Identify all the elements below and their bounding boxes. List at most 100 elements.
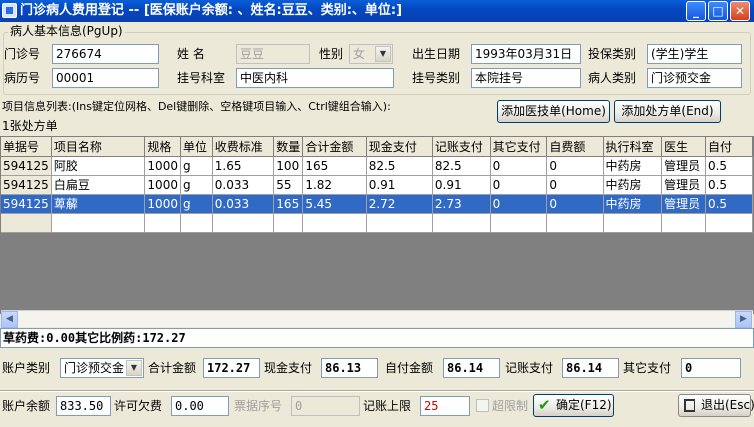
table-cell[interactable]: 0.91 bbox=[366, 175, 433, 195]
table-cell[interactable]: 管理员 bbox=[661, 194, 706, 214]
table-cell[interactable]: 1000 bbox=[144, 194, 181, 214]
account-pay-field[interactable]: 86.14 bbox=[562, 358, 619, 378]
horizontal-scrollbar[interactable]: ◀ ▶ bbox=[1, 310, 753, 328]
column-header[interactable]: 自费额 bbox=[546, 137, 604, 157]
balance-field[interactable]: 833.50 bbox=[56, 396, 111, 416]
table-cell[interactable]: 萆薢 bbox=[51, 194, 146, 214]
table-row[interactable]: 594125 阿胶 1000 g 1.65 100 165 82.5 82.5 0 0 中药房 管理员 0… bbox=[1, 156, 753, 176]
table-cell[interactable] bbox=[302, 213, 367, 233]
table-cell[interactable] bbox=[212, 213, 275, 233]
table-cell[interactable]: 0.91 bbox=[432, 175, 491, 195]
birth-field[interactable]: 1993年03月31日 bbox=[471, 44, 581, 64]
column-header[interactable]: 单据号 bbox=[1, 137, 52, 157]
table-cell[interactable] bbox=[546, 213, 604, 233]
patient-type-field[interactable]: 门诊预交金 bbox=[647, 68, 742, 88]
name-field[interactable]: 豆豆 bbox=[236, 44, 310, 64]
cash-field[interactable]: 86.13 bbox=[321, 358, 378, 378]
maximize-button[interactable]: □ bbox=[708, 1, 728, 21]
table-cell[interactable]: 165 bbox=[302, 156, 367, 176]
table-cell[interactable]: 594125 bbox=[1, 175, 52, 195]
table-cell[interactable]: 1.82 bbox=[302, 175, 367, 195]
items-grid[interactable]: 单据号 项目名称 规格 单位 收费标准 数量 合计金额 现金支付 记账支付 其它支付 自费额 执行科室… bbox=[0, 136, 754, 314]
column-header[interactable]: 合计金额 bbox=[302, 137, 367, 157]
account-type-select[interactable]: 门诊预交金 ▼ bbox=[60, 358, 144, 378]
add-tech-order-button[interactable]: 添加医技单(Home) bbox=[497, 100, 610, 123]
over-limit-checkbox[interactable] bbox=[476, 399, 489, 412]
column-header[interactable]: 项目名称 bbox=[51, 137, 146, 157]
table-cell[interactable]: 0.033 bbox=[212, 175, 275, 195]
table-cell[interactable]: 1000 bbox=[144, 156, 181, 176]
invoice-no-field[interactable]: 0 bbox=[291, 396, 360, 416]
table-cell[interactable]: 55 bbox=[273, 175, 304, 195]
table-cell[interactable] bbox=[490, 213, 548, 233]
column-header[interactable]: 收费标准 bbox=[212, 137, 275, 157]
column-header[interactable]: 执行科室 bbox=[603, 137, 663, 157]
table-cell[interactable] bbox=[144, 213, 181, 233]
scroll-right-icon[interactable]: ▶ bbox=[735, 311, 752, 328]
table-cell[interactable]: 1.65 bbox=[212, 156, 275, 176]
table-cell[interactable]: 0 bbox=[546, 156, 604, 176]
table-cell[interactable]: 0.5 bbox=[705, 194, 753, 214]
table-cell[interactable]: 0 bbox=[546, 175, 604, 195]
table-cell[interactable]: 中药房 bbox=[603, 156, 663, 176]
table-cell[interactable]: 2.73 bbox=[432, 194, 491, 214]
table-cell[interactable]: g bbox=[180, 194, 213, 214]
table-cell[interactable] bbox=[705, 213, 753, 233]
table-cell[interactable]: 0.033 bbox=[212, 194, 275, 214]
table-cell[interactable]: 0.5 bbox=[705, 175, 753, 195]
table-cell[interactable]: 100 bbox=[273, 156, 304, 176]
table-row[interactable] bbox=[1, 213, 753, 233]
table-cell[interactable]: 82.5 bbox=[432, 156, 491, 176]
column-header[interactable]: 自付 bbox=[705, 137, 753, 157]
add-prescription-button[interactable]: 添加处方单(End) bbox=[614, 100, 721, 123]
minimize-button[interactable]: _ bbox=[686, 1, 706, 21]
table-cell[interactable]: 2.72 bbox=[366, 194, 433, 214]
table-cell[interactable] bbox=[273, 213, 304, 233]
table-cell[interactable]: 0.5 bbox=[705, 156, 753, 176]
table-cell[interactable]: 0 bbox=[490, 156, 548, 176]
table-cell[interactable] bbox=[1, 213, 52, 233]
table-cell[interactable]: 5.45 bbox=[302, 194, 367, 214]
table-cell[interactable]: 管理员 bbox=[661, 175, 706, 195]
reg-type-field[interactable]: 本院挂号 bbox=[471, 68, 581, 88]
table-cell[interactable]: 82.5 bbox=[366, 156, 433, 176]
table-cell[interactable] bbox=[661, 213, 706, 233]
table-cell[interactable]: 中药房 bbox=[603, 194, 663, 214]
table-cell[interactable]: 0 bbox=[490, 194, 548, 214]
close-button[interactable]: ✕ bbox=[730, 1, 750, 21]
reg-dept-field[interactable]: 中医内科 bbox=[236, 68, 394, 88]
table-cell[interactable]: 165 bbox=[273, 194, 304, 214]
table-cell[interactable]: 1000 bbox=[144, 175, 181, 195]
allow-debt-field[interactable]: 0.00 bbox=[171, 396, 229, 416]
column-header[interactable]: 单位 bbox=[180, 137, 213, 157]
insurance-type-field[interactable]: (学生)学生 bbox=[647, 44, 742, 64]
table-cell[interactable]: g bbox=[180, 175, 213, 195]
column-header[interactable]: 记账支付 bbox=[432, 137, 491, 157]
table-cell[interactable]: 阿胶 bbox=[51, 156, 146, 176]
gender-select[interactable]: 女 ▼ bbox=[349, 44, 393, 64]
table-cell[interactable]: 0 bbox=[490, 175, 548, 195]
table-cell[interactable]: g bbox=[180, 156, 213, 176]
record-no-field[interactable]: 00001 bbox=[52, 68, 159, 88]
table-cell[interactable] bbox=[51, 213, 146, 233]
limit-field[interactable]: 25 bbox=[420, 396, 470, 416]
self-pay-field[interactable]: 86.14 bbox=[443, 358, 500, 378]
column-header[interactable]: 数量 bbox=[273, 137, 304, 157]
column-header[interactable]: 规格 bbox=[144, 137, 181, 157]
scroll-left-icon[interactable]: ◀ bbox=[1, 311, 18, 328]
table-cell[interactable]: 白扁豆 bbox=[51, 175, 146, 195]
column-header[interactable]: 其它支付 bbox=[490, 137, 548, 157]
table-cell[interactable] bbox=[432, 213, 491, 233]
table-cell[interactable]: 594125 bbox=[1, 194, 52, 214]
exit-button[interactable]: 退出(Esc) bbox=[678, 394, 754, 417]
total-field[interactable]: 172.27 bbox=[203, 358, 260, 378]
table-cell[interactable]: 0 bbox=[546, 194, 604, 214]
table-cell[interactable]: 管理员 bbox=[661, 156, 706, 176]
table-cell[interactable] bbox=[180, 213, 213, 233]
clinic-no-field[interactable]: 276674 bbox=[52, 44, 159, 64]
table-cell[interactable]: 中药房 bbox=[603, 175, 663, 195]
confirm-button[interactable]: ✔ 确定(F12) bbox=[533, 394, 614, 417]
table-cell[interactable] bbox=[603, 213, 663, 233]
column-header[interactable]: 医生 bbox=[661, 137, 706, 157]
other-pay-field[interactable]: 0 bbox=[681, 358, 741, 378]
